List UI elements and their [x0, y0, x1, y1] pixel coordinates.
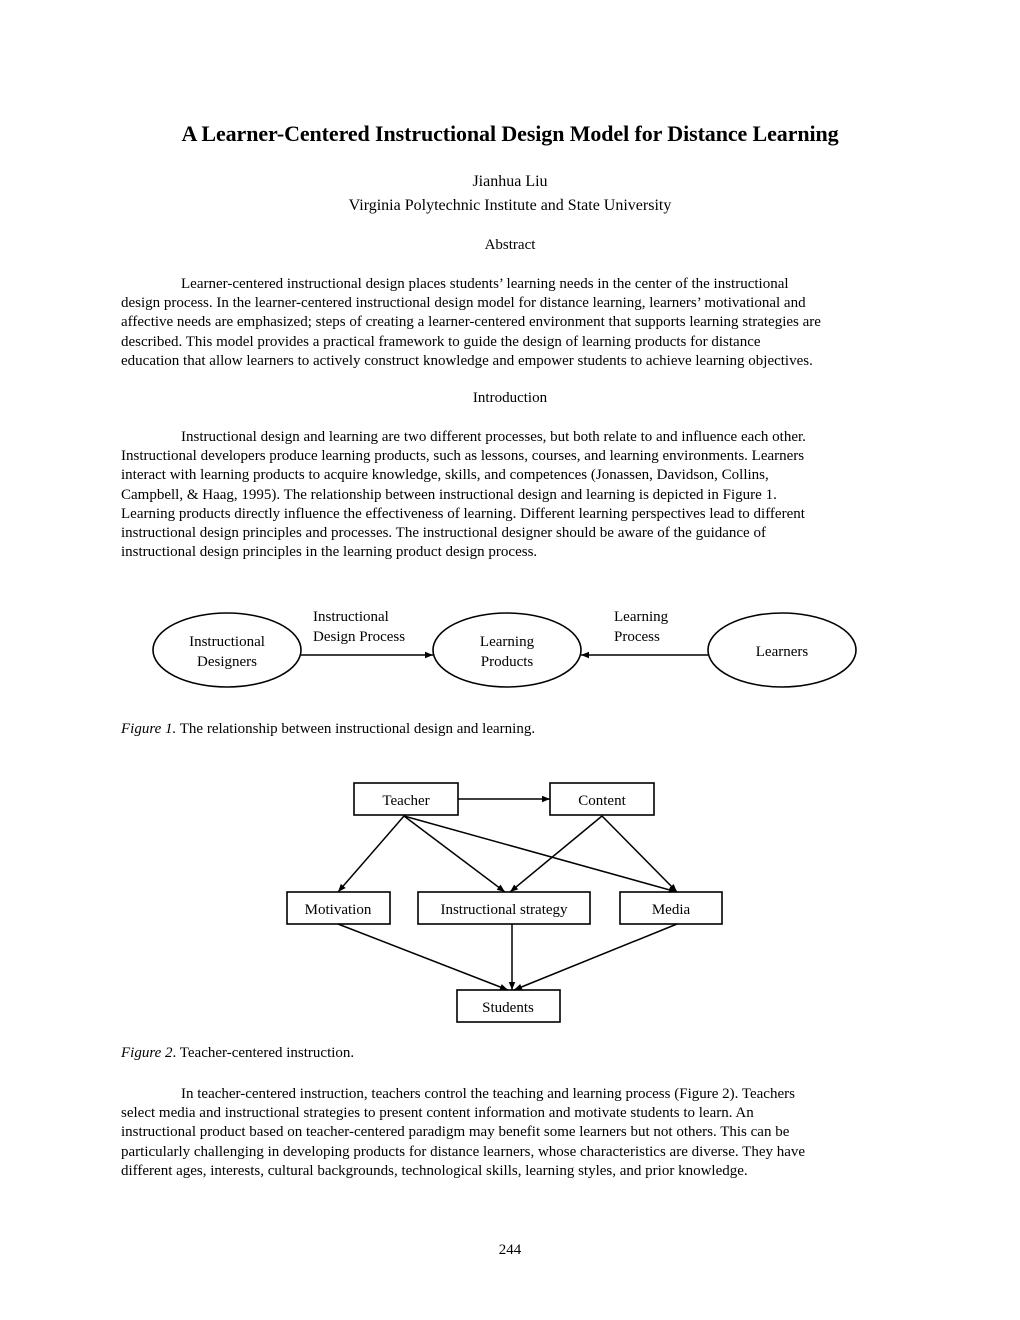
body-paragraph: In teacher-centered instruction, teacher…	[121, 1085, 906, 1181]
edge-teacher-motivation	[337, 815, 405, 893]
body-line: instructional product based on teacher-c…	[121, 1124, 790, 1141]
figure-1-caption: Figure 1. The relationship between instr…	[121, 721, 536, 737]
edge-label: Learning	[614, 609, 669, 625]
edge-teacher-media	[403, 815, 678, 893]
abstract-heading: Abstract	[484, 237, 536, 253]
edge-label: Design Process	[313, 629, 405, 645]
figure-2-caption: Figure 2. Teacher-centered instruction.	[121, 1045, 355, 1061]
intro-line: instructional design principles and proc…	[121, 525, 766, 542]
body-line: different ages, interests, cultural back…	[121, 1162, 748, 1179]
node-label: Content	[578, 793, 626, 809]
edge-label: Process	[614, 629, 660, 645]
abstract-line: affective needs are emphasized; steps of…	[121, 314, 821, 331]
node-instructional-designers	[152, 612, 302, 688]
author-affiliation: Virginia Polytechnic Institute and State…	[348, 197, 672, 214]
body-line: In teacher-centered instruction, teacher…	[181, 1086, 795, 1102]
node-label: Teacher	[382, 793, 429, 809]
abstract-line: Learner-centered instructional design pl…	[181, 276, 789, 292]
paper-title: A Learner-Centered Instructional Design …	[181, 121, 839, 146]
introduction-heading: Introduction	[472, 390, 548, 406]
edge-label: Instructional	[313, 609, 389, 625]
introduction-paragraph: Instructional design and learning are tw…	[121, 428, 906, 562]
edge-content-media	[601, 815, 678, 893]
node-label: Learners	[756, 644, 809, 660]
abstract-paragraph: Learner-centered instructional design pl…	[121, 275, 906, 371]
abstract-line: design process. In the learner-centered …	[121, 295, 806, 312]
page-number: 244	[498, 1242, 522, 1258]
figure-2-diagram: Teacher Content Motivation Instructional…	[286, 782, 723, 1023]
node-label: Designers	[197, 654, 257, 670]
edge-media-students	[513, 923, 678, 991]
node-label: Students	[482, 1000, 534, 1016]
edge-content-strategy	[509, 815, 603, 893]
node-label: Products	[481, 654, 534, 670]
intro-line: Instructional developers produce learnin…	[121, 448, 805, 465]
abstract-line: described. This model provides a practic…	[121, 333, 761, 350]
abstract-line: education that allow learners to activel…	[121, 352, 813, 369]
node-label: Motivation	[305, 902, 372, 918]
node-label: Instructional	[189, 634, 265, 650]
intro-line: Campbell, & Haag, 1995). The relationshi…	[121, 486, 777, 503]
edge-motivation-students	[337, 923, 509, 991]
body-line: particularly challenging in developing p…	[121, 1143, 806, 1160]
edge-teacher-strategy	[403, 815, 506, 893]
node-label: Media	[652, 902, 691, 918]
intro-line: Instructional design and learning are tw…	[181, 429, 806, 445]
node-label: Instructional strategy	[440, 902, 568, 918]
node-label: Learning	[480, 634, 535, 650]
node-learning-products	[432, 612, 582, 688]
body-line: select media and instructional strategie…	[121, 1105, 754, 1122]
intro-line: Learning products directly influence the…	[121, 505, 805, 522]
intro-line: interact with learning products to acqui…	[121, 467, 769, 484]
figure-1-diagram: Instructional Designers Learning Product…	[152, 609, 857, 688]
author-name: Jianhua Liu	[472, 173, 548, 190]
intro-line: instructional design principles in the l…	[121, 544, 538, 561]
